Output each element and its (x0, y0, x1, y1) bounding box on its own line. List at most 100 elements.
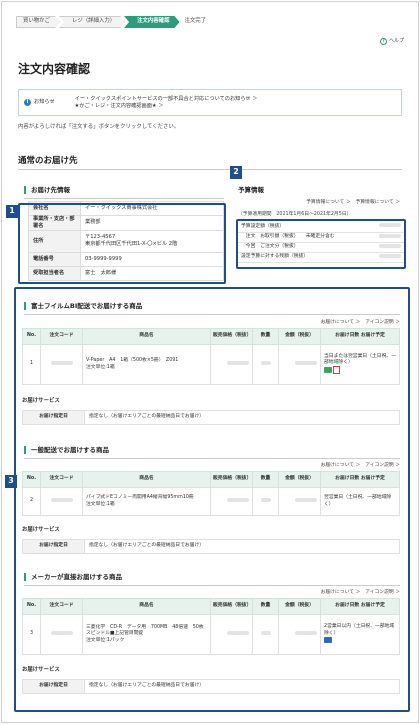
service-value: 指定なし（お届けエリアごとの最短納品日でお届け） (84, 679, 400, 694)
service-heading: お届けサービス (22, 667, 60, 673)
order-unit: 注文単位:1箱 (86, 501, 115, 507)
truck-icon (324, 636, 332, 643)
col-header: 注文コード (40, 328, 83, 345)
product-name[interactable]: パイプ式ドEコノミー両開用A4縦背幅95mm10冊 (86, 495, 207, 501)
delivery-cell: 当日または翌営業日（土日祝、一部地域除く） (320, 344, 400, 385)
delivery-links[interactable]: お届けについて ＞ アイコン説明 ＞ (321, 320, 400, 326)
section-title: 通常のお届け先 (18, 156, 78, 166)
col-header: No. (22, 328, 41, 345)
col-header: 数量 (252, 598, 279, 615)
quantity (252, 614, 279, 655)
help-label: ヘルプ (388, 38, 404, 45)
service-table: お届け指定日 指定なし（お届けエリアごとの最短納品日でお届け） (22, 410, 400, 425)
delivery-estimate: 翌営業日（土日祝、一部地域除く） (320, 487, 400, 516)
col-header: お届け日数 お届け予定 (320, 328, 400, 345)
delivery-links[interactable]: お届けについて ＞ アイコン説明 ＞ (321, 590, 400, 596)
instruction-text: 内容がよろしければ「注文する」ボタンをクリックしてください。 (18, 124, 180, 130)
table-row: 1 V-Paper A4 1箱（500枚×5冊） Z091 注文単位:1箱 当日ま… (22, 344, 400, 385)
order-code (40, 344, 83, 385)
section-heading-maker: メーカーが直接お届けする商品 (24, 573, 122, 581)
budget-links[interactable]: 予算情報について ＞ 予算情報について ＞ (306, 200, 400, 206)
col-header: 販売価格（税抜） (210, 598, 253, 615)
amount (278, 487, 321, 516)
budget-info-heading: 予算情報 (238, 186, 264, 194)
row-no: 2 (22, 487, 41, 516)
marker-3: 3 (5, 475, 17, 488)
step-cart: 買い物かご (16, 16, 60, 28)
col-header: 金額（税抜） (278, 598, 321, 615)
col-header: 商品名 (82, 471, 211, 488)
amount (278, 344, 321, 385)
col-header: 販売価格（税抜） (210, 328, 253, 345)
col-header: 商品名 (82, 328, 211, 345)
section-heading-fujifilm: 富士フイルムBI配送でお届けする商品 (24, 302, 142, 310)
quantity (252, 487, 279, 516)
product-name[interactable]: 三菱化学 CD-R データ用 700MB 48倍速 50枚スピンドル■上記管目閲… (86, 625, 207, 637)
divider (24, 458, 400, 459)
delivery-links[interactable]: お届けについて ＞ アイコン説明 ＞ (321, 463, 400, 469)
delivery-info-heading: お届け先情報 (24, 186, 70, 194)
label-icon (333, 366, 340, 375)
order-code (40, 614, 83, 655)
section-heading-general: 一般配送でお届けする商品 (24, 446, 109, 454)
info-icon: i (24, 99, 31, 106)
divider (24, 198, 224, 199)
service-key: お届け指定日 (22, 679, 85, 694)
col-header: お届け日数 お届け予定 (320, 598, 400, 615)
step-confirm: 注文内容確認 (124, 16, 179, 28)
notice-label: お知らせ (34, 99, 55, 106)
checkout-steps: 買い物かご レジ（詳細入力） 注文内容確認 注文完了 (16, 16, 214, 28)
product-cell: V-Paper A4 1箱（500枚×5冊） Z091 注文単位:1箱 (82, 344, 211, 385)
marker-1: 1 (6, 205, 18, 218)
col-header: 注文コード (40, 598, 83, 615)
product-cell: 三菱化学 CD-R データ用 700MB 48倍速 50枚スピンドル■上記管目閲… (82, 614, 211, 655)
table-row: 3 三菱化学 CD-R データ用 700MB 48倍速 50枚スピンドル■上記管… (22, 614, 400, 655)
service-key: お届け指定日 (22, 539, 85, 554)
step-register: レジ（詳細入力） (59, 16, 125, 28)
notice-box: i お知らせ イー・クイックスポイントサービスの一部不具合と対応についてのお知ら… (18, 89, 402, 116)
help-link[interactable]: ? ヘルプ (379, 38, 404, 45)
notice-link-2[interactable]: ★かご・レジ・注文内容確認画面★ ＞ (75, 103, 258, 110)
col-header: お届け日数 お届け予定 (320, 471, 400, 488)
order-unit: 注文単位:1箱 (86, 364, 115, 370)
service-heading: お届けサービス (22, 398, 60, 404)
row-no: 1 (22, 344, 41, 385)
budget-period: （予算適用期間 2021年1月6日～2021年2月5日） (238, 212, 352, 217)
amount (278, 614, 321, 655)
marker-2: 2 (230, 166, 242, 179)
order-unit: 注文単位:1パック (86, 637, 125, 643)
col-header: 金額（税抜） (278, 328, 321, 345)
product-cell: パイプ式ドEコノミー両開用A4縦背幅95mm10冊 注文単位:1箱 (82, 487, 211, 516)
col-header: 数量 (252, 328, 279, 345)
quantity (252, 344, 279, 385)
truck-icon (324, 367, 332, 374)
col-header: 金額（税抜） (278, 471, 321, 488)
unit-price (210, 614, 253, 655)
col-header: 販売価格（税抜） (210, 471, 253, 488)
help-icon: ? (379, 38, 387, 45)
order-code (40, 487, 83, 516)
service-table: お届け指定日 指定なし（お届けエリアごとの最短納品日でお届け） (22, 539, 400, 554)
service-value: 指定なし（お届けエリアごとの最短納品日でお届け） (84, 410, 400, 425)
unit-price (210, 487, 253, 516)
delivery-cell: 2営業日以内（土日祝、一部地域除く） (320, 614, 400, 655)
highlight-box-1 (18, 203, 226, 284)
divider (24, 585, 400, 586)
delivery-estimate: 2営業日以内（土日祝、一部地域除く） (324, 624, 395, 636)
col-header: 注文コード (40, 471, 83, 488)
product-table: No. 注文コード 商品名 販売価格（税抜） 数量 金額（税抜） お届け日数 お… (22, 471, 400, 516)
page-title: 注文内容確認 (18, 62, 91, 76)
col-header: No. (22, 598, 41, 615)
col-header: 商品名 (82, 598, 211, 615)
service-heading: お届けサービス (22, 527, 60, 533)
service-key: お届け指定日 (22, 410, 85, 425)
product-table: No. 注文コード 商品名 販売価格（税抜） 数量 金額（税抜） お届け日数 お… (22, 598, 400, 655)
col-header: 数量 (252, 471, 279, 488)
service-table: お届け指定日 指定なし（お届けエリアごとの最短納品日でお届け） (22, 679, 400, 694)
divider (24, 314, 400, 315)
service-value: 指定なし（お届けエリアごとの最短納品日でお届け） (84, 539, 400, 554)
product-table: No. 注文コード 商品名 販売価格（税抜） 数量 金額（税抜） お届け日数 お… (22, 328, 400, 385)
row-no: 3 (22, 614, 41, 655)
table-row: 2 パイプ式ドEコノミー両開用A4縦背幅95mm10冊 注文単位:1箱 翌営業日（… (22, 487, 400, 516)
notice-link-1[interactable]: イー・クイックスポイントサービスの一部不具合と対応についてのお知らせ ＞ (75, 96, 258, 103)
